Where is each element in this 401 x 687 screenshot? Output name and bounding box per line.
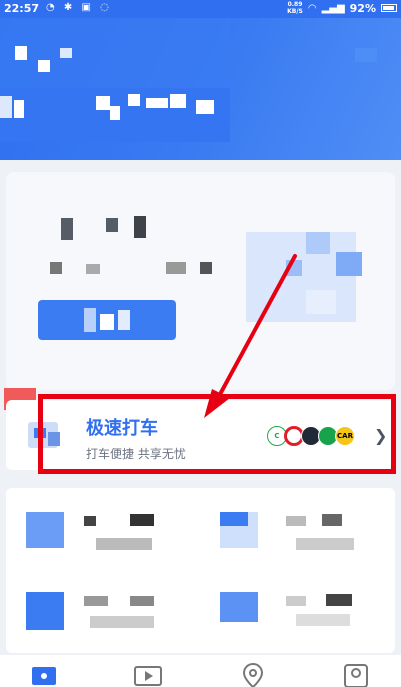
- mosaic-block: [286, 260, 302, 276]
- mosaic-block: [246, 232, 356, 322]
- mosaic-block: [0, 96, 12, 118]
- mosaic-block: [322, 514, 342, 526]
- mosaic-block: [86, 264, 100, 274]
- service-tile-icon[interactable]: [26, 592, 64, 630]
- mosaic-block: [15, 46, 27, 60]
- video-icon[interactable]: [133, 661, 163, 687]
- mosaic-block: [306, 290, 336, 314]
- mosaic-block: [84, 308, 96, 332]
- signal-icon: ▂▄▆: [321, 2, 345, 14]
- mosaic-block: [90, 616, 154, 628]
- mosaic-block: [96, 538, 152, 550]
- wifi-icon: ◠: [307, 2, 317, 14]
- main-card: [6, 172, 395, 390]
- mosaic-block: [96, 96, 110, 110]
- annotation-highlight-box: [38, 394, 396, 474]
- mosaic-block: [0, 18, 230, 88]
- mosaic-block: [286, 596, 306, 606]
- location-icon[interactable]: [240, 661, 266, 687]
- mosaic-block: [84, 596, 108, 606]
- mosaic-block: [266, 282, 286, 302]
- mosaic-block: [196, 100, 214, 114]
- mosaic-block: [130, 514, 154, 526]
- mosaic-block: [296, 614, 350, 626]
- mosaic-block: [100, 314, 114, 330]
- status-time: 22:57: [4, 2, 40, 15]
- network-speed-unit: KB/S: [287, 8, 303, 15]
- mosaic-block: [60, 48, 72, 58]
- mosaic-block: [106, 218, 118, 232]
- mosaic-block: [110, 106, 120, 120]
- bottom-nav: [0, 655, 401, 687]
- mosaic-block: [61, 218, 73, 240]
- mosaic-block: [146, 98, 168, 108]
- mosaic-block: [118, 310, 130, 330]
- mosaic-block: [134, 216, 146, 238]
- ticket-icon[interactable]: [30, 661, 58, 687]
- mosaic-block: [84, 516, 96, 526]
- mosaic-block: [38, 60, 50, 72]
- mosaic-block: [200, 262, 212, 274]
- services-grid: [6, 488, 395, 653]
- mosaic-block: [220, 512, 248, 526]
- header-banner: [0, 18, 401, 160]
- mosaic-block: [14, 100, 24, 118]
- service-tile-icon[interactable]: [220, 592, 258, 622]
- profile-icon[interactable]: [342, 661, 370, 687]
- mosaic-block: [355, 48, 377, 62]
- mosaic-block: [306, 232, 330, 254]
- status-right-group: 0.89 KB/S ◠ ▂▄▆ 92%: [287, 1, 397, 15]
- mosaic-block: [296, 538, 354, 550]
- network-speed-value: 0.89: [287, 1, 303, 8]
- network-speed: 0.89 KB/S: [287, 1, 303, 15]
- mosaic-block: [170, 94, 186, 108]
- status-bar: 22:57 ◔ ✱ ▣ ◌ 0.89 KB/S ◠ ▂▄▆ 92%: [0, 0, 401, 18]
- mosaic-block: [326, 594, 352, 606]
- mosaic-block: [336, 252, 362, 276]
- mosaic-block: [50, 262, 62, 274]
- service-tile-icon[interactable]: [26, 512, 64, 548]
- battery-level: 92%: [349, 1, 376, 15]
- mosaic-block: [130, 596, 154, 606]
- status-notification-icons: ◔ ✱ ▣ ◌: [46, 2, 112, 13]
- mosaic-block: [286, 516, 306, 526]
- battery-icon: [381, 4, 397, 12]
- mosaic-block: [128, 94, 140, 106]
- mosaic-block: [166, 262, 186, 274]
